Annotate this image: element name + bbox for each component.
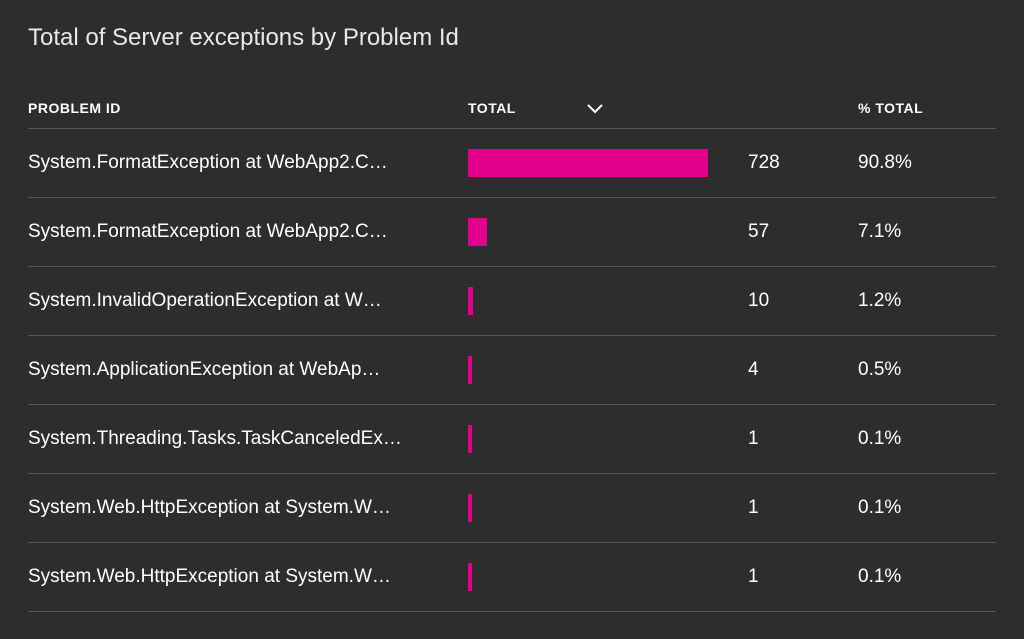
problem-id-cell: System.ApplicationException at WebAp… [28,359,468,381]
panel-container: Total of Server exceptions by Problem Id… [0,0,1024,636]
percent-cell: 7.1% [858,221,996,243]
bar-container [468,425,708,453]
bar-cell [468,563,748,591]
bar-cell [468,356,748,384]
total-count-cell: 57 [748,221,858,243]
total-count-cell: 1 [748,497,858,519]
table-row[interactable]: System.FormatException at WebApp2.C… 7289… [28,129,996,198]
bar-container [468,149,708,177]
table-header-row: PROBLEM ID TOTAL % TOTAL [28,88,996,129]
table-row[interactable]: System.InvalidOperationException at W… 10… [28,267,996,336]
column-header-problem-id[interactable]: PROBLEM ID [28,100,468,116]
table-row[interactable]: System.Web.HttpException at System.W… 10.… [28,543,996,612]
bar-container [468,356,708,384]
percent-cell: 0.5% [858,359,996,381]
problem-id-cell: System.Threading.Tasks.TaskCanceledEx… [28,428,468,450]
percent-cell: 1.2% [858,290,996,312]
percent-cell: 0.1% [858,428,996,450]
bar-fill [468,218,487,246]
bar-cell [468,287,748,315]
problem-id-cell: System.InvalidOperationException at W… [28,290,468,312]
total-count-cell: 1 [748,566,858,588]
bar-container [468,494,708,522]
panel-title: Total of Server exceptions by Problem Id [28,24,996,52]
bar-container [468,287,708,315]
total-count-cell: 4 [748,359,858,381]
problem-id-cell: System.Web.HttpException at System.W… [28,566,468,588]
bar-fill [468,494,472,522]
bar-container [468,218,708,246]
total-count-cell: 1 [748,428,858,450]
column-header-total[interactable]: TOTAL [468,100,748,116]
percent-cell: 90.8% [858,152,996,174]
bar-cell [468,218,748,246]
table-row[interactable]: System.FormatException at WebApp2.C… 577.… [28,198,996,267]
bar-cell [468,425,748,453]
percent-cell: 0.1% [858,566,996,588]
chevron-down-icon [586,102,604,114]
table-row[interactable]: System.Threading.Tasks.TaskCanceledEx… 10… [28,405,996,474]
bar-container [468,563,708,591]
table-body: System.FormatException at WebApp2.C… 7289… [28,129,996,612]
bar-cell [468,494,748,522]
total-count-cell: 728 [748,152,858,174]
problem-id-cell: System.FormatException at WebApp2.C… [28,221,468,243]
bar-fill [468,287,473,315]
bar-fill [468,356,472,384]
table-row[interactable]: System.ApplicationException at WebAp… 40.… [28,336,996,405]
column-header-label: TOTAL [468,100,516,116]
column-header-label: PROBLEM ID [28,100,121,116]
bar-cell [468,149,748,177]
column-header-label: % TOTAL [858,100,923,116]
total-count-cell: 10 [748,290,858,312]
exceptions-table: PROBLEM ID TOTAL % TOTAL System.FormatEx… [28,88,996,612]
percent-cell: 0.1% [858,497,996,519]
table-row[interactable]: System.Web.HttpException at System.W… 10.… [28,474,996,543]
bar-fill [468,425,472,453]
bar-fill [468,149,708,177]
problem-id-cell: System.Web.HttpException at System.W… [28,497,468,519]
bar-fill [468,563,472,591]
column-header-percent[interactable]: % TOTAL [858,100,996,116]
problem-id-cell: System.FormatException at WebApp2.C… [28,152,468,174]
